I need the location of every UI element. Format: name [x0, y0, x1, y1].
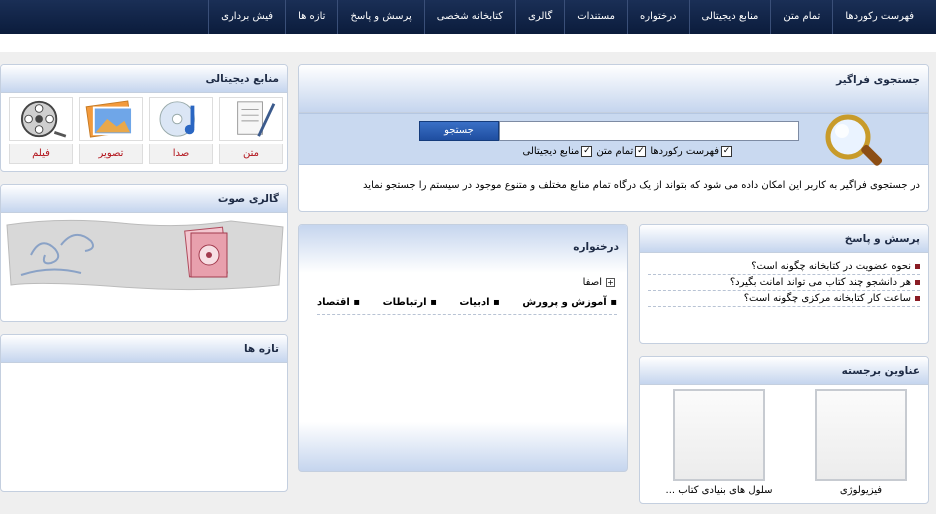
top-navbar: فهرست رکوردها تمام متن منابع دیجیتالی در…: [0, 0, 936, 34]
digital-panel-header: منابع دیجیتالی: [1, 65, 287, 93]
search-panel: جستجوی فراگیر جستجو ✓ فهرست رکوردها ✓ تم…: [298, 64, 929, 212]
audio-cd-icon: [149, 97, 213, 141]
check-fulltext-label: تمام متن: [596, 146, 634, 157]
bullet-icon: [915, 264, 920, 269]
digital-panel-title: منابع دیجیتالی: [205, 73, 279, 85]
check-records-label: فهرست رکوردها: [650, 146, 719, 157]
tree-root-label: اصفا: [582, 277, 602, 288]
nav-item-records[interactable]: فهرست رکوردها: [832, 0, 926, 34]
resource-text-label: متن: [219, 144, 283, 164]
audio-gallery-title: گالری صوت: [217, 193, 279, 205]
tree-root-node[interactable]: + اصفا: [583, 277, 615, 288]
bullet-icon: [915, 296, 920, 301]
check-digital[interactable]: ✓ منابع دیجیتالی: [523, 146, 593, 157]
news-panel: تازه ها: [0, 334, 288, 492]
tree-category[interactable]: اقتصاد: [317, 297, 360, 308]
featured-panel-header: عناوین برجسته: [640, 357, 928, 385]
search-input[interactable]: [499, 121, 799, 141]
nav-item-personal-library[interactable]: کتابخانه شخصی: [423, 0, 515, 34]
nav-item-digital[interactable]: منابع دیجیتالی: [688, 0, 771, 34]
checkbox-digital[interactable]: ✓: [581, 146, 593, 157]
qa-item[interactable]: هر دانشجو چند کتاب می تواند امانت بگیرد؟: [648, 275, 920, 291]
search-panel-header: جستجوی فراگیر: [299, 65, 928, 113]
header-band: [0, 34, 936, 52]
audio-gallery-header: گالری صوت: [1, 185, 287, 213]
resource-audio-label: صدا: [149, 144, 213, 164]
tree-panel: درختواره + اصفا آموزش و پرورش ادبیات ارت…: [298, 224, 628, 472]
qa-panel-header: پرسش و پاسخ: [640, 225, 928, 253]
tree-category[interactable]: ادبیات: [459, 297, 499, 308]
qa-list: نحوه عضویت در کتابخانه چگونه است؟ هر دان…: [648, 259, 920, 307]
nav-menu: فهرست رکوردها تمام متن منابع دیجیتالی در…: [208, 0, 926, 34]
digital-resource-list: متن صدا تصویر فیلم: [1, 97, 287, 164]
check-digital-label: منابع دیجیتالی: [522, 146, 580, 157]
qa-panel: پرسش و پاسخ نحوه عضویت در کتابخانه چگونه…: [639, 224, 929, 344]
search-button[interactable]: جستجو: [419, 121, 499, 141]
nav-item-authorities[interactable]: مستندات: [564, 0, 627, 34]
featured-item[interactable]: فیزیولوژی: [806, 389, 916, 499]
digital-resources-panel: منابع دیجیتالی متن صدا تصویر فیلم: [0, 64, 288, 172]
check-records[interactable]: ✓ فهرست رکوردها: [650, 146, 732, 157]
nav-item-qa[interactable]: پرسش و پاسخ: [337, 0, 423, 34]
featured-item[interactable]: سلول های بنیادی کتاب ...: [664, 389, 774, 499]
search-panel-title: جستجوی فراگیر: [836, 74, 920, 86]
check-fulltext[interactable]: ✓ تمام متن: [596, 146, 647, 157]
resource-film[interactable]: فیلم: [9, 97, 73, 164]
featured-panel-title: عناوین برجسته: [841, 365, 920, 377]
expand-icon[interactable]: +: [606, 278, 615, 287]
qa-panel-title: پرسش و پاسخ: [844, 233, 920, 245]
nav-item-notes[interactable]: فیش برداری: [208, 0, 285, 34]
qa-item[interactable]: نحوه عضویت در کتابخانه چگونه است؟: [648, 259, 920, 275]
resource-image-label: تصویر: [79, 144, 143, 164]
audio-gallery-banner[interactable]: [1, 215, 288, 295]
tree-categories: آموزش و پرورش ادبیات ارتباطات اقتصاد: [317, 297, 617, 315]
featured-item-label: سلول های بنیادی کتاب ...: [665, 485, 773, 496]
nav-item-news[interactable]: تازه ها: [285, 0, 337, 34]
featured-item-label: فیزیولوژی: [839, 485, 883, 496]
checkbox-records[interactable]: ✓: [721, 146, 732, 157]
search-scope-checks: ✓ فهرست رکوردها ✓ تمام متن ✓ منابع دیجیت…: [523, 146, 732, 157]
search-description: در جستجوی فراگیر به کاربر این امکان داده…: [363, 180, 920, 191]
qa-item-text: ساعت کار کتابخانه مرکزی چگونه است؟: [743, 293, 911, 304]
featured-panel: عناوین برجسته فیزیولوژی سلول های بنیادی …: [639, 356, 929, 504]
nav-item-gallery[interactable]: گالری: [515, 0, 564, 34]
nav-item-fulltext[interactable]: تمام متن: [770, 0, 832, 34]
resource-audio[interactable]: صدا: [149, 97, 213, 164]
resource-text[interactable]: متن: [219, 97, 283, 164]
qa-item-text: هر دانشجو چند کتاب می تواند امانت بگیرد؟: [729, 277, 911, 288]
checkbox-fulltext[interactable]: ✓: [635, 146, 647, 157]
nav-item-tree[interactable]: درختواره: [627, 0, 689, 34]
qa-item-text: نحوه عضویت در کتابخانه چگونه است؟: [751, 261, 911, 272]
qa-item[interactable]: ساعت کار کتابخانه مرکزی چگونه است؟: [648, 291, 920, 307]
text-document-icon: [219, 97, 283, 141]
resource-image[interactable]: تصویر: [79, 97, 143, 164]
tree-category[interactable]: ارتباطات: [383, 297, 437, 308]
magnifier-icon: [825, 114, 883, 166]
resource-film-label: فیلم: [9, 144, 73, 164]
book-cover-placeholder: [673, 389, 765, 481]
news-panel-title: تازه ها: [243, 343, 279, 355]
film-reel-icon: [9, 97, 73, 141]
bullet-icon: [915, 280, 920, 285]
tree-panel-header: درختواره: [299, 225, 627, 273]
audio-gallery-panel: گالری صوت: [0, 184, 288, 322]
tree-category[interactable]: آموزش و پرورش: [522, 297, 617, 308]
book-cover-placeholder: [815, 389, 907, 481]
cd-case-icon: [184, 226, 228, 278]
news-panel-header: تازه ها: [1, 335, 287, 363]
tree-panel-title: درختواره: [573, 241, 619, 253]
photo-icon: [79, 97, 143, 141]
